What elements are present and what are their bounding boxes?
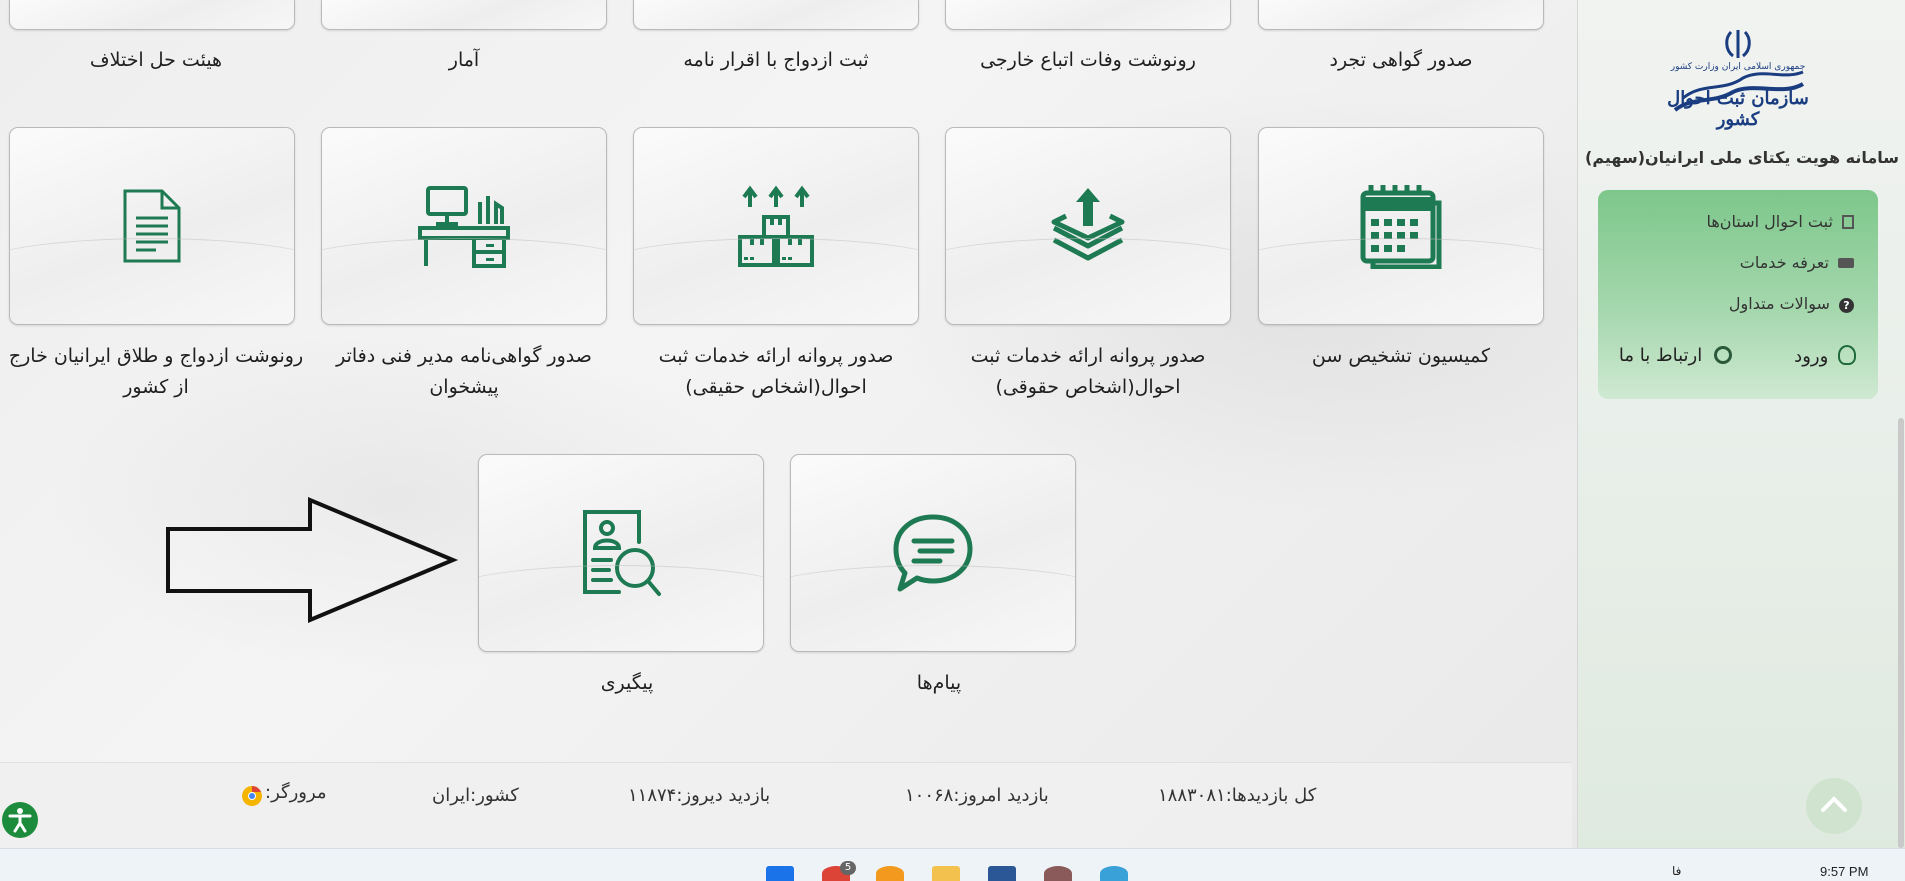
today-visits: بازدید امروز:۱۰۰۶۸ — [905, 785, 1049, 806]
menu-item-faq[interactable]: ? سوالات متداول — [1729, 294, 1854, 313]
chat-icon — [893, 514, 973, 592]
tile-license-legal[interactable] — [945, 127, 1231, 325]
scrollbar[interactable] — [1898, 418, 1904, 848]
sidebar-menu: ثبت احوال استان‌ها تعرفه خدمات ? سوالات … — [1598, 190, 1878, 399]
tile-manager-certificate[interactable] — [321, 127, 607, 325]
main-content: صدور گواهی تجرد رونوشت وفات اتباع خارجی … — [0, 0, 1577, 848]
tile-license-natural[interactable] — [633, 127, 919, 325]
browser-info: مرورگر: — [265, 782, 327, 803]
footer-stats-bar — [0, 762, 1572, 848]
tile-dispute-board[interactable] — [9, 0, 295, 30]
headset-icon — [1714, 346, 1732, 364]
tile-label[interactable]: رونوشت وفات اتباع خارجی — [938, 45, 1238, 76]
sidebar: جمهوری اسلامی ایران وزارت کشور سازمان ثب… — [1577, 0, 1905, 848]
tile-label[interactable]: ثبت ازدواج با اقرار نامه — [626, 45, 926, 76]
tile-label[interactable]: هیئت حل اختلاف — [6, 45, 306, 76]
tile-label[interactable]: صدور پروانه ارائه خدمات ثبت احوال(اشخاص … — [626, 341, 926, 403]
tile-label[interactable]: پیگیری — [477, 668, 777, 699]
layers-upload-icon — [1051, 188, 1125, 261]
tile-marriage-registration[interactable] — [633, 0, 919, 30]
fingerprint-icon — [1838, 345, 1856, 365]
tile-tracking[interactable] — [478, 454, 764, 652]
question-icon: ? — [1839, 298, 1854, 313]
tile-single-certificate[interactable] — [1258, 0, 1544, 30]
accessibility-icon — [8, 808, 32, 833]
tile-label[interactable]: کمیسیون تشخیص سن — [1251, 341, 1551, 372]
menu-item-provinces[interactable]: ثبت احوال استان‌ها — [1706, 212, 1854, 231]
tile-label[interactable]: صدور گواهی تجرد — [1251, 45, 1551, 76]
firefox-icon[interactable] — [876, 866, 904, 881]
menu-item-tariffs[interactable]: تعرفه خدمات — [1740, 253, 1854, 272]
desk-icon — [418, 186, 510, 268]
language-indicator[interactable]: فا — [1672, 864, 1681, 878]
tile-label[interactable]: صدور گواهی‌نامه مدیر فنی دفاتر پیشخوان — [314, 341, 614, 403]
logo-text: سازمان ثبت احوال کشور — [1667, 88, 1809, 130]
tile-foreign-marriage-copy[interactable] — [9, 127, 295, 325]
camera-app-icon[interactable] — [1044, 866, 1072, 881]
tile-label[interactable]: آمار — [314, 45, 614, 76]
accessibility-button[interactable] — [2, 802, 38, 838]
money-icon — [1838, 258, 1854, 268]
building-icon — [1842, 215, 1854, 229]
notification-badge: 5 — [840, 861, 856, 875]
windows-start-icon[interactable] — [766, 866, 794, 881]
boxes-icon — [738, 185, 814, 267]
globe-icon[interactable] — [1100, 866, 1128, 881]
folder-icon[interactable] — [932, 866, 960, 881]
tile-age-commission[interactable] — [1258, 127, 1544, 325]
chevron-up-icon — [1821, 796, 1847, 812]
system-title: سامانه هویت یکتای ملی ایرانیان(سهیم) — [1585, 148, 1899, 167]
taskbar-clock[interactable]: 9:57 PM — [1820, 864, 1868, 879]
chrome-icon — [242, 786, 262, 806]
tile-foreign-death-copy[interactable] — [945, 0, 1231, 30]
contact-link[interactable]: ارتباط با ما — [1619, 345, 1732, 366]
tile-label[interactable]: پیام‌ها — [789, 668, 1089, 699]
arrow-annotation-icon — [166, 497, 459, 624]
logo-small-text: جمهوری اسلامی ایران وزارت کشور — [1670, 62, 1806, 72]
country-info: کشور:ایران — [432, 785, 519, 806]
tile-label[interactable]: صدور پروانه ارائه خدمات ثبت احوال(اشخاص … — [938, 341, 1238, 403]
scroll-top-button[interactable] — [1806, 778, 1862, 834]
tile-label[interactable]: رونوشت ازدواج و طلاق ایرانیان خارج از کش… — [6, 341, 306, 403]
search-profile-icon — [583, 510, 661, 596]
yesterday-visits: بازدید دیروز:۱۱۸۷۴ — [628, 785, 771, 806]
tile-messages[interactable] — [790, 454, 1076, 652]
tile-statistics[interactable] — [321, 0, 607, 30]
calendar-icon — [1360, 185, 1442, 269]
word-icon[interactable] — [988, 866, 1016, 881]
document-icon — [123, 189, 181, 263]
total-visits: کل بازدیدها:۱۸۸۳۰۸۱ — [1158, 785, 1317, 806]
login-link[interactable]: ورود — [1794, 345, 1856, 367]
